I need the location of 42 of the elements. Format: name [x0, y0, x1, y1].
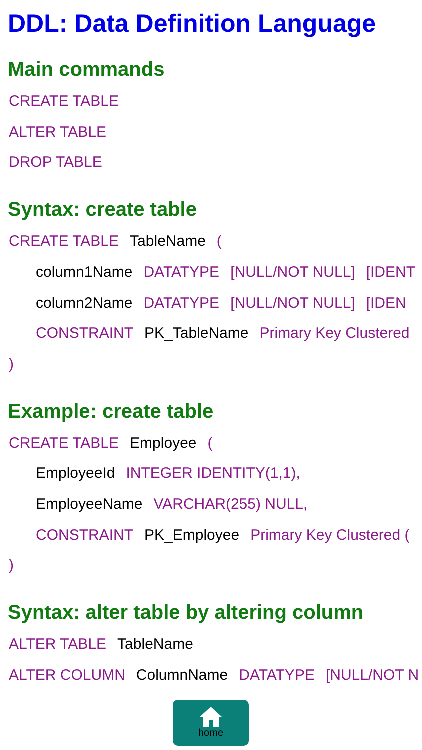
code-text: column1Name [36, 262, 133, 283]
code-text: INTEGER IDENTITY(1,1), [126, 464, 300, 484]
code-text: ALTER COLUMN [9, 666, 126, 686]
code-text: DATATYPE [239, 666, 315, 686]
code-text: CONSTRAINT [36, 324, 134, 344]
code-text: CREATE TABLE [9, 434, 120, 454]
home-icon [199, 706, 223, 728]
code-text: Primary Key Clustered ( [250, 526, 410, 546]
code-text: CREATE TABLE [9, 232, 120, 252]
section-heading: Example: create table [8, 400, 214, 424]
page-title: DDL: Data Definition Language [8, 9, 376, 39]
code-text: EmployeeName [36, 494, 143, 515]
code-text: [IDEN [366, 294, 406, 314]
code-text: ( [208, 434, 213, 454]
code-text: ColumnName [136, 666, 228, 686]
code-text: Primary Key Clustered [260, 324, 410, 344]
code-text: ALTER TABLE [9, 635, 107, 656]
code-text: VARCHAR(255) NULL, [154, 494, 308, 515]
code-text: DROP TABLE [9, 153, 102, 174]
home-button[interactable]: home [173, 700, 249, 746]
code-text: PK_TableName [144, 324, 249, 344]
code-text: EmployeeId [36, 464, 116, 484]
code-text: [NULL/NOT N [326, 666, 420, 686]
code-text: ) [9, 556, 14, 576]
code-text: CONSTRAINT [36, 526, 134, 546]
code-text: ( [216, 232, 222, 252]
section-heading: Syntax: alter table by altering column [8, 600, 364, 626]
code-text: [NULL/NOT NULL] [230, 262, 356, 283]
code-text: DATATYPE [144, 294, 220, 314]
code-text: TableName [130, 232, 206, 252]
code-text: CREATE TABLE [9, 92, 120, 112]
code-text: ) [9, 354, 14, 375]
code-text: column2Name [36, 294, 133, 314]
code-text: Employee [130, 434, 197, 454]
code-text: TableName [118, 635, 194, 656]
section-heading: Main commands [8, 58, 165, 83]
section-heading: Syntax: create table [8, 198, 197, 224]
code-text: [NULL/NOT NULL] [230, 294, 356, 314]
code-text: DATATYPE [144, 262, 220, 283]
code-text: ALTER TABLE [9, 122, 107, 143]
code-text: [IDENT [366, 262, 416, 283]
code-text: PK_Employee [144, 526, 240, 546]
